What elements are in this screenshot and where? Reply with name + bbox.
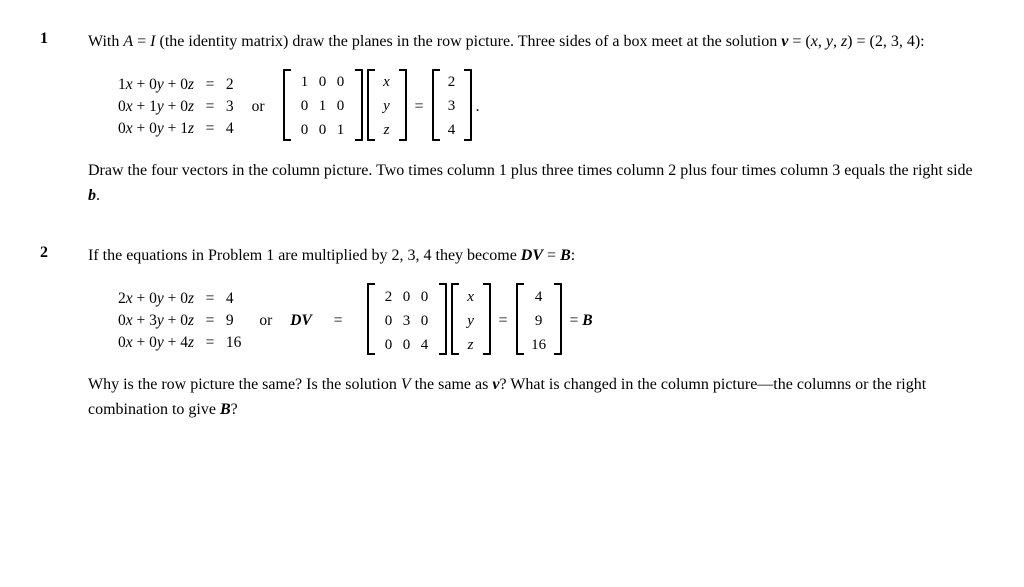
matrix-D2-grid: 200 030 004: [375, 283, 439, 359]
problem-1-intro: With A = I (the identity matrix) draw th…: [88, 30, 984, 55]
matrix-expr-2: 200 030 004 x y z =: [367, 283, 593, 359]
vector-V-2: x y z: [451, 283, 491, 359]
bracket-right-V2: [483, 283, 491, 355]
eq2-row1: 2x + 0y + 0z = 4: [118, 290, 241, 308]
problem-2: 2 If the equations in Problem 1 are mult…: [40, 244, 984, 436]
matrix-A-1: 100 010 001: [283, 69, 363, 145]
vector-V2-grid: x y z: [459, 283, 483, 359]
equation-system-1: 1x + 0y + 0z = 2 0x + 1y + 0z = 3 0x + 0…: [118, 76, 234, 138]
bracket-right-v1: [399, 69, 407, 141]
bracket-left-v1: [367, 69, 375, 141]
problem-1-equations: 1x + 0y + 0z = 2 0x + 1y + 0z = 3 0x + 0…: [118, 69, 984, 145]
equation-system-2: 2x + 0y + 0z = 4 0x + 3y + 0z = 9 0x + 0…: [118, 290, 241, 352]
dv-equals: =: [334, 312, 343, 330]
bracket-right-D2: [439, 283, 447, 355]
eq1-row1: 1x + 0y + 0z = 2: [118, 76, 234, 94]
matrix-D-2: 200 030 004: [367, 283, 447, 359]
problem-2-intro: If the equations in Problem 1 are multip…: [88, 244, 984, 269]
problem-1: 1 With A = I (the identity matrix) draw …: [40, 30, 984, 222]
bracket-left-B2: [516, 283, 524, 355]
problem-1-number: 1: [40, 30, 88, 222]
equals-sign-1: =: [411, 98, 428, 116]
problem-1-follow: Draw the four vectors in the column pict…: [88, 159, 984, 209]
eq2-row2: 0x + 3y + 0z = 9: [118, 312, 241, 330]
matrix-expr-1: 100 010 001 x y z =: [283, 69, 480, 145]
vector-b-1: 2 3 4: [432, 69, 472, 145]
bracket-right-b1: [464, 69, 472, 141]
problem-1-content: With A = I (the identity matrix) draw th…: [88, 30, 984, 222]
problem-2-equations: 2x + 0y + 0z = 4 0x + 3y + 0z = 9 0x + 0…: [118, 283, 984, 359]
bracket-left-V2: [451, 283, 459, 355]
or-label-1: or: [252, 98, 265, 116]
equals-sign-2: =: [495, 312, 512, 330]
bracket-right-B2: [554, 283, 562, 355]
bracket-left-A1: [283, 69, 291, 141]
bracket-left-D2: [367, 283, 375, 355]
bracket-right-A1: [355, 69, 363, 141]
problem-2-number: 2: [40, 244, 88, 436]
dv-label: DV: [290, 312, 312, 330]
vector-v-1: x y z: [367, 69, 407, 145]
vector-v1-grid: x y z: [375, 69, 399, 145]
eq1-row2: 0x + 1y + 0z = 3: [118, 98, 234, 116]
period-1: .: [476, 98, 480, 116]
vector-B2-grid: 4 9 16: [524, 283, 554, 359]
bracket-left-b1: [432, 69, 440, 141]
vector-B-2: 4 9 16: [516, 283, 562, 359]
equals-B-2: = B: [570, 312, 593, 330]
matrix-A1-grid: 100 010 001: [291, 69, 355, 145]
vector-b1-grid: 2 3 4: [440, 69, 464, 145]
problem-2-follow: Why is the row picture the same? Is the …: [88, 373, 984, 423]
eq1-row3: 0x + 0y + 1z = 4: [118, 120, 234, 138]
problem-2-content: If the equations in Problem 1 are multip…: [88, 244, 984, 436]
or-label-2: or: [259, 312, 272, 330]
eq2-row3: 0x + 0y + 4z = 16: [118, 334, 241, 352]
